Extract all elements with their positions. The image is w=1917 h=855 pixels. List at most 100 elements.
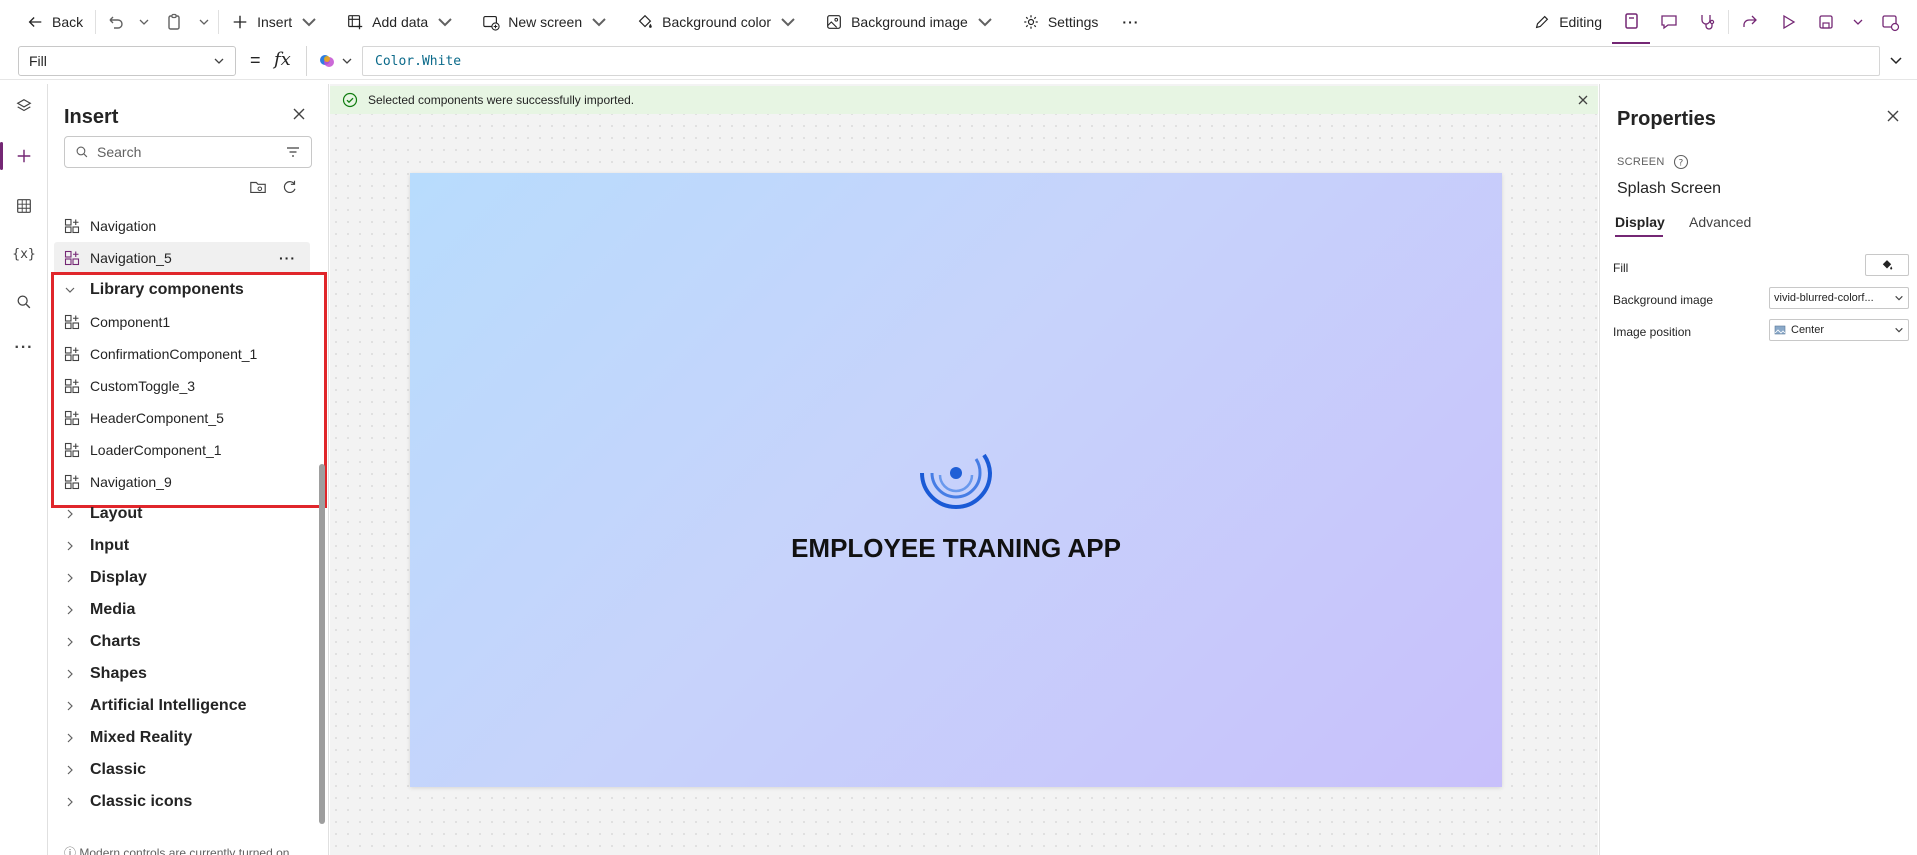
divider (218, 10, 220, 34)
chevron-down-icon (781, 18, 795, 27)
save-dropdown[interactable] (1845, 0, 1871, 44)
variables-icon: {x} (12, 246, 36, 262)
formula-text: Color.White (375, 53, 462, 69)
chevron-down-icon (302, 18, 316, 27)
tree-view-button[interactable] (0, 84, 48, 128)
panel-footer: ⓘ Modern controls are currently turned o… (64, 844, 289, 855)
equals-sign: = (250, 50, 261, 70)
tab-display[interactable]: Display (1615, 214, 1665, 230)
new-screen-button[interactable]: New screen (472, 0, 626, 44)
share-button[interactable] (1731, 0, 1769, 44)
formula-input[interactable]: Color.White (362, 46, 1880, 76)
splash-screen-canvas[interactable]: EMPLOYEE TRANING APP (410, 173, 1502, 787)
chevron-down-icon (214, 58, 224, 64)
category-label: Display (90, 569, 147, 586)
tab-advanced[interactable]: Advanced (1689, 214, 1751, 230)
category-media[interactable]: Media (54, 594, 310, 626)
image-position-dropdown[interactable]: Center (1769, 319, 1909, 341)
background-image-dropdown[interactable]: vivid-blurred-colorf... (1769, 287, 1909, 309)
list-item-navigation-5[interactable]: Navigation_5 ··· (54, 242, 310, 274)
play-icon (1783, 14, 1796, 30)
close-icon[interactable] (1885, 108, 1901, 124)
image-position-value: Center (1791, 324, 1825, 336)
background-color-button[interactable]: Background color (626, 0, 815, 44)
save-button[interactable] (1807, 0, 1845, 44)
chevron-down-icon[interactable] (1888, 52, 1904, 68)
close-icon[interactable] (1576, 93, 1590, 107)
settings-button[interactable]: Settings (1012, 0, 1109, 44)
health-check-button[interactable] (1688, 0, 1726, 44)
variables-rail-button[interactable]: {x} (0, 232, 48, 276)
search-placeholder: Search (97, 144, 142, 160)
paint-bucket-icon (1882, 260, 1893, 270)
category-charts[interactable]: Charts (54, 626, 310, 658)
list-item-navigation[interactable]: Navigation (54, 210, 310, 242)
data-rail-button[interactable] (0, 184, 48, 228)
preview-button[interactable] (1769, 0, 1807, 44)
copilot-formula-button[interactable] (306, 46, 362, 76)
category-shapes[interactable]: Shapes (54, 658, 310, 690)
save-icon (1819, 15, 1833, 29)
back-label: Back (52, 14, 84, 30)
category-display[interactable]: Display (54, 562, 310, 594)
comments-button[interactable] (1650, 0, 1688, 44)
insert-panel: Insert Search Navigation Navigation_5 ··… (49, 84, 329, 855)
image-icon (1774, 325, 1786, 335)
undo-icon (109, 16, 123, 29)
insert-rail-button[interactable] (0, 134, 48, 178)
app-checker-button[interactable] (1612, 0, 1650, 44)
insert-button[interactable]: Insert (221, 0, 336, 44)
more-rail-button[interactable]: ··· (0, 326, 48, 370)
search-input[interactable]: Search (64, 136, 312, 168)
table-add-icon (348, 15, 363, 30)
panel-title: Insert (64, 106, 119, 128)
fill-color-picker[interactable] (1865, 254, 1909, 276)
editing-mode-button[interactable]: Editing (1523, 0, 1612, 44)
settings-label: Settings (1047, 14, 1099, 30)
publish-icon (1882, 15, 1900, 32)
category-classic-icons[interactable]: Classic icons (54, 786, 310, 818)
refresh-icon[interactable] (281, 178, 299, 196)
paste-button[interactable] (156, 0, 192, 44)
category-artificial-intelligence[interactable]: Artificial Intelligence (54, 690, 310, 722)
left-rail: {x} ··· (0, 84, 48, 855)
category-classic[interactable]: Classic (54, 754, 310, 786)
help-icon[interactable]: ? (1673, 154, 1689, 170)
background-image-button[interactable]: Background image (815, 0, 1012, 44)
highlight-annotation (51, 272, 327, 508)
component-icon (64, 218, 80, 234)
info-icon: ⓘ (64, 846, 80, 855)
loader-icon (920, 453, 993, 509)
layers-icon (16, 99, 32, 112)
chevron-right-icon (67, 765, 73, 775)
filter-icon[interactable] (285, 144, 301, 160)
more-options-button[interactable]: ··· (279, 250, 296, 266)
category-label: Classic (90, 761, 147, 778)
chevron-down-icon (1895, 327, 1903, 333)
scrollbar[interactable] (319, 464, 325, 824)
gear-icon (1024, 15, 1038, 29)
pencil-icon (1535, 15, 1549, 29)
add-data-button[interactable]: Add data (336, 0, 472, 44)
chevron-down-icon (139, 19, 149, 25)
paste-dropdown[interactable] (192, 0, 216, 44)
more-icon: ··· (14, 339, 34, 356)
publish-button[interactable] (1871, 0, 1909, 44)
chevron-down-icon (1853, 19, 1863, 25)
category-input[interactable]: Input (54, 530, 310, 562)
more-commands-button[interactable]: ··· (1108, 0, 1153, 44)
formula-bar: Fill = fx Color.White (0, 44, 1917, 80)
svg-text:?: ? (1678, 159, 1683, 169)
undo-button[interactable] (98, 0, 132, 44)
property-dropdown[interactable]: Fill (18, 46, 236, 76)
back-button[interactable]: Back (0, 0, 93, 44)
close-icon[interactable] (291, 106, 307, 122)
search-rail-button[interactable] (0, 280, 48, 324)
category-mixed-reality[interactable]: Mixed Reality (54, 722, 310, 754)
footer-text: Modern controls are currently turned on (79, 846, 290, 855)
insert-label: Insert (257, 14, 293, 30)
category-label: Classic icons (90, 793, 193, 810)
folder-search-icon[interactable] (249, 178, 267, 196)
undo-dropdown[interactable] (132, 0, 156, 44)
category-layout[interactable]: Layout (54, 498, 310, 530)
